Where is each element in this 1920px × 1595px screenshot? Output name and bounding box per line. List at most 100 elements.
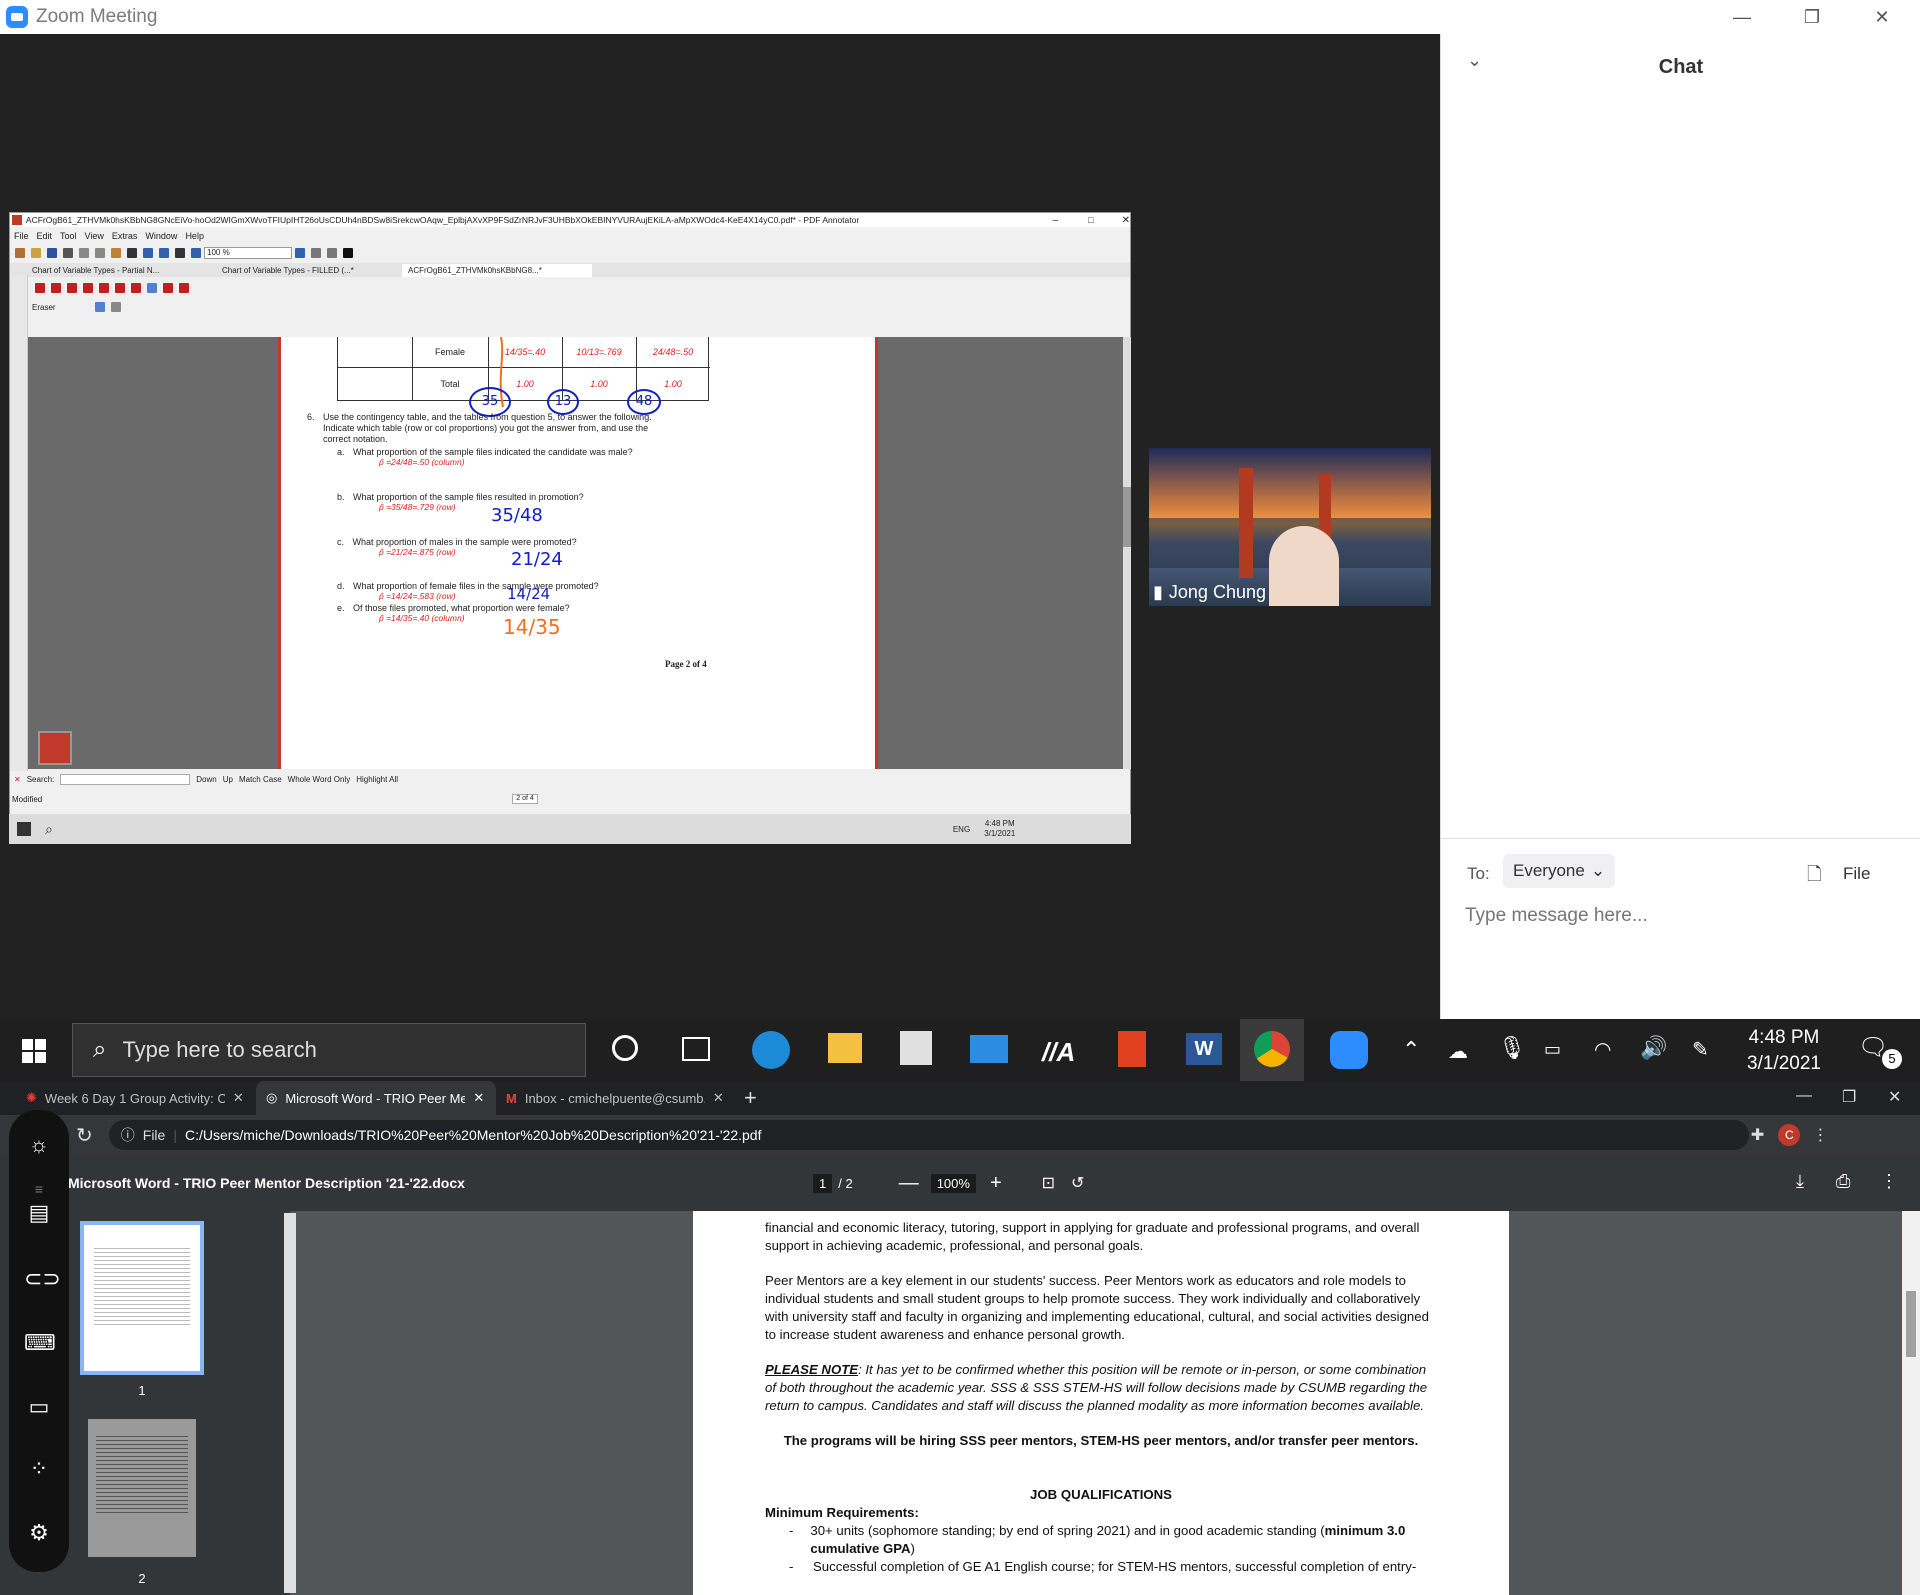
print-icon[interactable]: ⎙ [1836, 1171, 1850, 1192]
menu-edit[interactable]: Edit [37, 231, 53, 241]
fit-page-icon[interactable]: ⊡ [1042, 1173, 1055, 1193]
line-icon[interactable] [99, 283, 109, 293]
annotator-close-button[interactable]: ✕ [1122, 215, 1130, 226]
eraser-tool-icon[interactable] [147, 283, 157, 293]
whole-word-toggle[interactable]: Whole Word Only [288, 775, 351, 784]
stamp-icon[interactable] [179, 283, 189, 293]
close-tab-icon[interactable]: ✕ [233, 1090, 244, 1106]
chrome-taskbar-button[interactable] [1240, 1019, 1304, 1081]
chrome-minimize-button[interactable]: — [1796, 1087, 1812, 1105]
app-icon[interactable]: //A [1042, 1037, 1075, 1068]
extensions-icon[interactable]: ✚ [1751, 1125, 1764, 1145]
chrome-tab-3[interactable]: M Inbox - cmichelpuente@csumb.e ✕ [496, 1081, 736, 1115]
doc-tab-1[interactable]: Chart of Variable Types - Partial N... [32, 266, 222, 275]
rotate-icon[interactable]: ↺ [1071, 1173, 1084, 1193]
address-bar[interactable]: ⓘ File | C:/Users/miche/Downloads/TRIO%2… [108, 1120, 1749, 1150]
cortana-icon[interactable] [612, 1035, 638, 1061]
page-width-icon[interactable] [311, 248, 321, 258]
windows-start-icon[interactable] [22, 1039, 46, 1063]
zoom-out-icon[interactable] [191, 248, 201, 258]
chevron-up-icon[interactable]: ⌃ [1402, 1037, 1420, 1063]
mail-icon[interactable] [970, 1035, 1008, 1063]
chrome-tab-2[interactable]: ◎ Microsoft Word - TRIO Peer Men ✕ [256, 1081, 496, 1115]
edge-icon[interactable] [752, 1031, 790, 1069]
search-input[interactable] [60, 773, 191, 785]
doc-tab-2[interactable]: Chart of Variable Types - FILLED (...* [222, 266, 402, 275]
pdf-more-icon[interactable]: ⋮ [1880, 1171, 1898, 1192]
zoom-select[interactable]: 100 % [204, 247, 292, 259]
page-thumbnail-2[interactable] [88, 1419, 196, 1557]
close-button[interactable]: ✕ [1847, 0, 1917, 34]
zoom-in-button[interactable]: + [990, 1172, 1002, 1195]
redo-icon[interactable] [159, 248, 169, 258]
find-icon[interactable] [175, 248, 185, 258]
marker-icon[interactable] [83, 283, 93, 293]
menu-extras[interactable]: Extras [112, 231, 138, 241]
laptop-icon[interactable]: ▭ [24, 1392, 54, 1422]
doc-tab-3[interactable]: ACFrOgB61_ZTHVMk0hsKBbNG8...* [402, 263, 592, 277]
ellipse-icon[interactable] [131, 283, 141, 293]
menu-file[interactable]: File [14, 231, 29, 241]
store-icon[interactable] [900, 1031, 932, 1065]
zoom-in-icon[interactable] [295, 248, 305, 258]
close-search-icon[interactable]: ✕ [14, 775, 21, 784]
lasso-icon[interactable] [163, 283, 173, 293]
new-icon[interactable] [15, 248, 25, 258]
taskbar-search[interactable]: ⌕ Type here to search [72, 1023, 586, 1077]
search-up-button[interactable]: Up [223, 775, 233, 784]
menu-window[interactable]: Window [145, 231, 177, 241]
file-icon[interactable]: 🗋 [1807, 862, 1821, 892]
fullscreen-icon[interactable] [343, 248, 353, 258]
pdf-zoom-input[interactable]: 100% [930, 1173, 976, 1193]
taskbar-clock[interactable]: 4:48 PM 3/1/2021 [1734, 1025, 1834, 1077]
eraser-mode-icon[interactable] [111, 302, 121, 312]
mic-icon[interactable]: 🎙 [1498, 1035, 1526, 1061]
new-tab-button[interactable]: + [744, 1085, 757, 1111]
match-case-toggle[interactable]: Match Case [239, 775, 282, 784]
wifi-icon[interactable]: ◠ [1594, 1037, 1611, 1062]
zoom-out-button[interactable]: — [899, 1172, 919, 1195]
delete-icon[interactable] [127, 248, 137, 258]
undo-icon[interactable] [143, 248, 153, 258]
pdf-scrollbar[interactable] [1902, 1211, 1920, 1595]
download-icon[interactable]: ⤓ [1796, 1171, 1804, 1192]
annotator-restore-button[interactable]: □ [1088, 215, 1093, 225]
paste-icon[interactable] [111, 248, 121, 258]
volume-icon[interactable]: 🔊 [1640, 1035, 1667, 1061]
close-tab-icon[interactable]: ✕ [473, 1090, 484, 1106]
calendar-icon[interactable]: ▤ [24, 1198, 54, 1228]
task-view-icon[interactable] [682, 1037, 710, 1061]
highlighter-icon[interactable] [67, 283, 77, 293]
chrome-tab-1[interactable]: ✺ Week 6 Day 1 Group Activity: Cat ✕ [16, 1081, 256, 1115]
file-button[interactable]: File [1843, 864, 1870, 884]
battery-icon[interactable]: ▭ [1544, 1039, 1561, 1060]
page-thumbnail-1[interactable] [80, 1221, 204, 1375]
link-icon[interactable]: ⊂⊃ [24, 1264, 61, 1294]
sidebar-scrollbar[interactable] [284, 1213, 296, 1593]
open-icon[interactable] [31, 248, 41, 258]
select-icon[interactable] [35, 283, 45, 293]
page-number-input[interactable]: 1 [813, 1173, 833, 1193]
search-down-button[interactable]: Down [196, 775, 216, 784]
chrome-close-button[interactable]: ✕ [1888, 1087, 1901, 1107]
pen-icon[interactable]: ✎ [1692, 1037, 1709, 1062]
close-tab-icon[interactable]: ✕ [713, 1090, 724, 1106]
office-icon[interactable] [1118, 1031, 1146, 1067]
settings-icon[interactable]: ⚙ [24, 1518, 54, 1548]
page-nav-input[interactable]: 2 of 4 [512, 794, 538, 804]
menu-view[interactable]: View [85, 231, 104, 241]
eraser-size-icon[interactable] [95, 302, 105, 312]
menu-help[interactable]: Help [185, 231, 204, 241]
pen-icon[interactable] [51, 283, 61, 293]
dots-icon[interactable]: ⁘ [24, 1454, 54, 1484]
print-icon[interactable] [63, 248, 73, 258]
rectangle-icon[interactable] [115, 283, 125, 293]
annotator-scrollbar[interactable] [1123, 337, 1131, 769]
word-icon[interactable]: W [1186, 1033, 1222, 1065]
copy-icon[interactable] [95, 248, 105, 258]
brightness-icon[interactable]: ☼ [24, 1130, 54, 1160]
file-explorer-icon[interactable] [828, 1033, 862, 1063]
chrome-menu-icon[interactable]: ⋮ [1812, 1125, 1828, 1145]
menu-tool[interactable]: Tool [60, 231, 77, 241]
annotator-minimize-button[interactable]: – [1053, 215, 1059, 226]
